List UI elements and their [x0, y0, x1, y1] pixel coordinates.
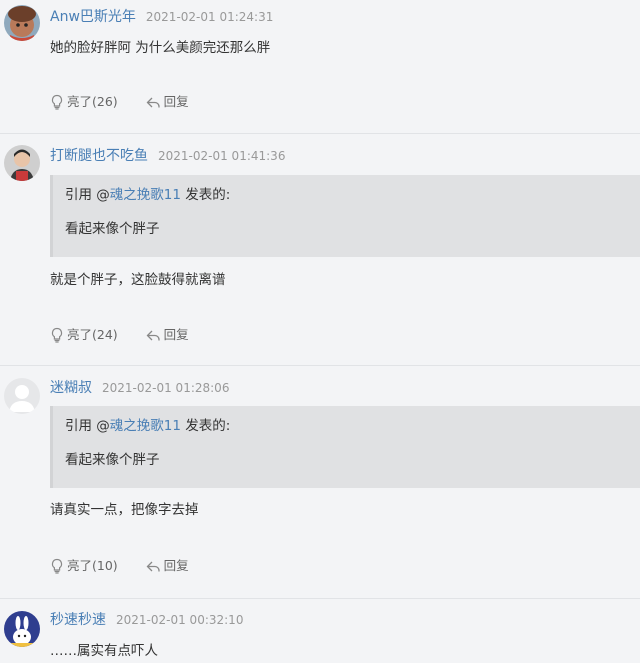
comment-text: 她的脸好胖阿 为什么美颜完还那么胖: [50, 40, 271, 56]
comment-meta: 打断腿也不吃鱼 2021-02-01 01:41:36: [50, 145, 285, 165]
username[interactable]: Anw巴斯光年: [50, 9, 136, 25]
comment-meta: Anw巴斯光年 2021-02-01 01:24:31: [50, 6, 273, 26]
quote-header: 引用 @魂之挽歌11 发表的:: [65, 416, 230, 436]
like-label: 亮了(10): [67, 558, 118, 573]
quote-username[interactable]: 魂之挽歌11: [110, 418, 181, 434]
lightbulb-icon: [51, 327, 63, 343]
comment-item: 秒速秒速 2021-02-01 00:32:10 ……属实有点吓人: [0, 599, 640, 663]
comment-text: 就是个胖子，这脸鼓得就离谱: [50, 272, 226, 288]
comment-text: 请真实一点，把像字去掉: [50, 502, 199, 518]
like-label: 亮了(24): [67, 327, 118, 342]
reply-label: 回复: [163, 327, 189, 342]
timestamp: 2021-02-01 01:41:36: [158, 149, 286, 163]
comment-item: Anw巴斯光年 2021-02-01 01:24:31 她的脸好胖阿 为什么美颜完…: [0, 0, 640, 134]
quote-text: 看起来像个胖子: [65, 452, 160, 468]
reply-button[interactable]: 回复: [146, 325, 189, 345]
username[interactable]: 秒速秒速: [50, 612, 106, 628]
quoted-comment: 引用 @魂之挽歌11 发表的: 看起来像个胖子: [50, 406, 640, 488]
lightbulb-icon: [51, 558, 63, 574]
username[interactable]: 迷糊叔: [50, 380, 92, 396]
timestamp: 2021-02-01 00:32:10: [116, 613, 244, 627]
avatar[interactable]: [4, 5, 40, 41]
like-button[interactable]: 亮了(26): [50, 92, 118, 112]
reply-icon: [146, 330, 160, 340]
avatar[interactable]: [4, 378, 40, 414]
like-button[interactable]: 亮了(24): [50, 325, 118, 345]
like-button[interactable]: 亮了(10): [50, 556, 118, 576]
reply-icon: [146, 561, 160, 571]
quote-header: 引用 @魂之挽歌11 发表的:: [65, 185, 230, 205]
comment-meta: 迷糊叔 2021-02-01 01:28:06: [50, 377, 229, 397]
timestamp: 2021-02-01 01:24:31: [145, 10, 274, 24]
comment-text: ……属实有点吓人: [50, 643, 158, 659]
timestamp: 2021-02-01 01:28:06: [102, 381, 230, 395]
quote-prefix: 引用 @: [65, 187, 110, 203]
comment-actions: 亮了(10) 回复: [50, 556, 189, 576]
quote-prefix: 引用 @: [65, 418, 110, 434]
reply-icon: [146, 97, 160, 107]
comment-meta: 秒速秒速 2021-02-01 00:32:10: [50, 609, 243, 629]
comment-item: 迷糊叔 2021-02-01 01:28:06 引用 @魂之挽歌11 发表的: 看…: [0, 366, 640, 599]
username[interactable]: 打断腿也不吃鱼: [50, 148, 148, 164]
comment-actions: 亮了(26) 回复: [50, 92, 189, 112]
quote-suffix: 发表的:: [180, 418, 231, 434]
quote-suffix: 发表的:: [180, 187, 231, 203]
comment-actions: 亮了(24) 回复: [50, 325, 189, 345]
avatar[interactable]: [4, 145, 40, 181]
reply-button[interactable]: 回复: [146, 556, 189, 576]
quoted-comment: 引用 @魂之挽歌11 发表的: 看起来像个胖子: [50, 175, 640, 257]
lightbulb-icon: [51, 94, 63, 110]
quote-text: 看起来像个胖子: [65, 221, 160, 237]
avatar[interactable]: [4, 611, 40, 647]
reply-button[interactable]: 回复: [146, 92, 189, 112]
reply-label: 回复: [163, 94, 189, 109]
quote-username[interactable]: 魂之挽歌11: [110, 187, 181, 203]
reply-label: 回复: [163, 558, 189, 573]
like-label: 亮了(26): [67, 94, 118, 109]
comment-item: 打断腿也不吃鱼 2021-02-01 01:41:36 引用 @魂之挽歌11 发表…: [0, 134, 640, 366]
